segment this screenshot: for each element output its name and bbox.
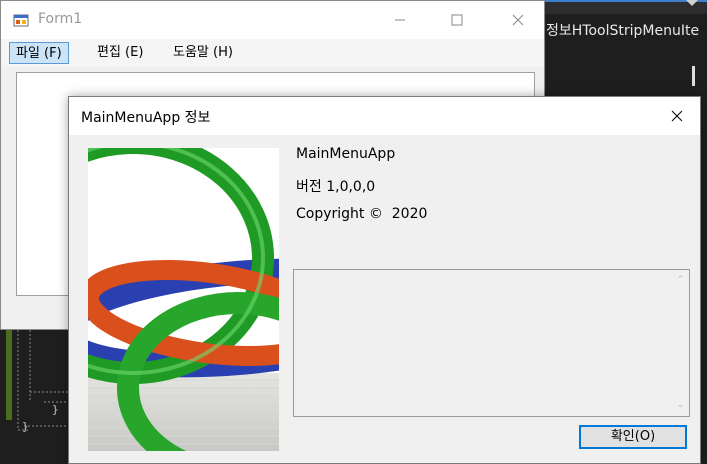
scroll-down-icon[interactable]: ⌄ [676,401,685,410]
menu-help[interactable]: 도움말 (H) [167,42,239,64]
ok-button[interactable]: 확인(O) [579,425,687,449]
minimize-button[interactable] [377,1,423,39]
close-button[interactable] [495,1,541,39]
description-scrollbar[interactable]: ⌃ ⌄ [672,270,689,416]
about-logo-image [88,148,279,451]
rings-logo-icon [88,148,279,451]
form-app-icon [13,14,29,27]
about-title: MainMenuApp 정보 [81,110,211,126]
close-icon [512,14,524,26]
maximize-icon [451,14,463,26]
ide-dropdown-arrow-icon[interactable] [686,0,698,6]
ide-code-guides [17,330,70,431]
close-icon [671,110,683,122]
menu-file[interactable]: 파일 (F) [9,42,69,64]
ide-code-brace: } [22,420,29,433]
version-text: 버전 1,0,0,0 [296,179,376,195]
menu-edit[interactable]: 편집 (E) [91,42,149,64]
product-name: MainMenuApp [296,146,396,162]
form1-titlebar[interactable]: Form1 [1,1,544,39]
maximize-button[interactable] [434,1,480,39]
about-dialog: MainMenuApp 정보 MainMenuApp 버전 1,0,0,0 Co… [68,96,701,464]
copyright-text: Copyright © 2020 [296,206,428,222]
about-close-button[interactable] [654,97,700,135]
ide-editor-tab[interactable]: 정보HToolStripMenuIte [546,20,699,40]
ide-code-brace: } [52,403,59,416]
description-textbox[interactable]: ⌃ ⌄ [293,269,690,417]
scroll-up-icon[interactable]: ⌃ [676,276,685,285]
about-titlebar[interactable]: MainMenuApp 정보 [69,97,700,135]
form1-menubar: 파일 (F) 편집 (E) 도움말 (H) [1,39,544,67]
minimize-icon [395,19,405,21]
ide-scroll-marker [692,66,695,86]
form1-title: Form1 [38,11,83,27]
